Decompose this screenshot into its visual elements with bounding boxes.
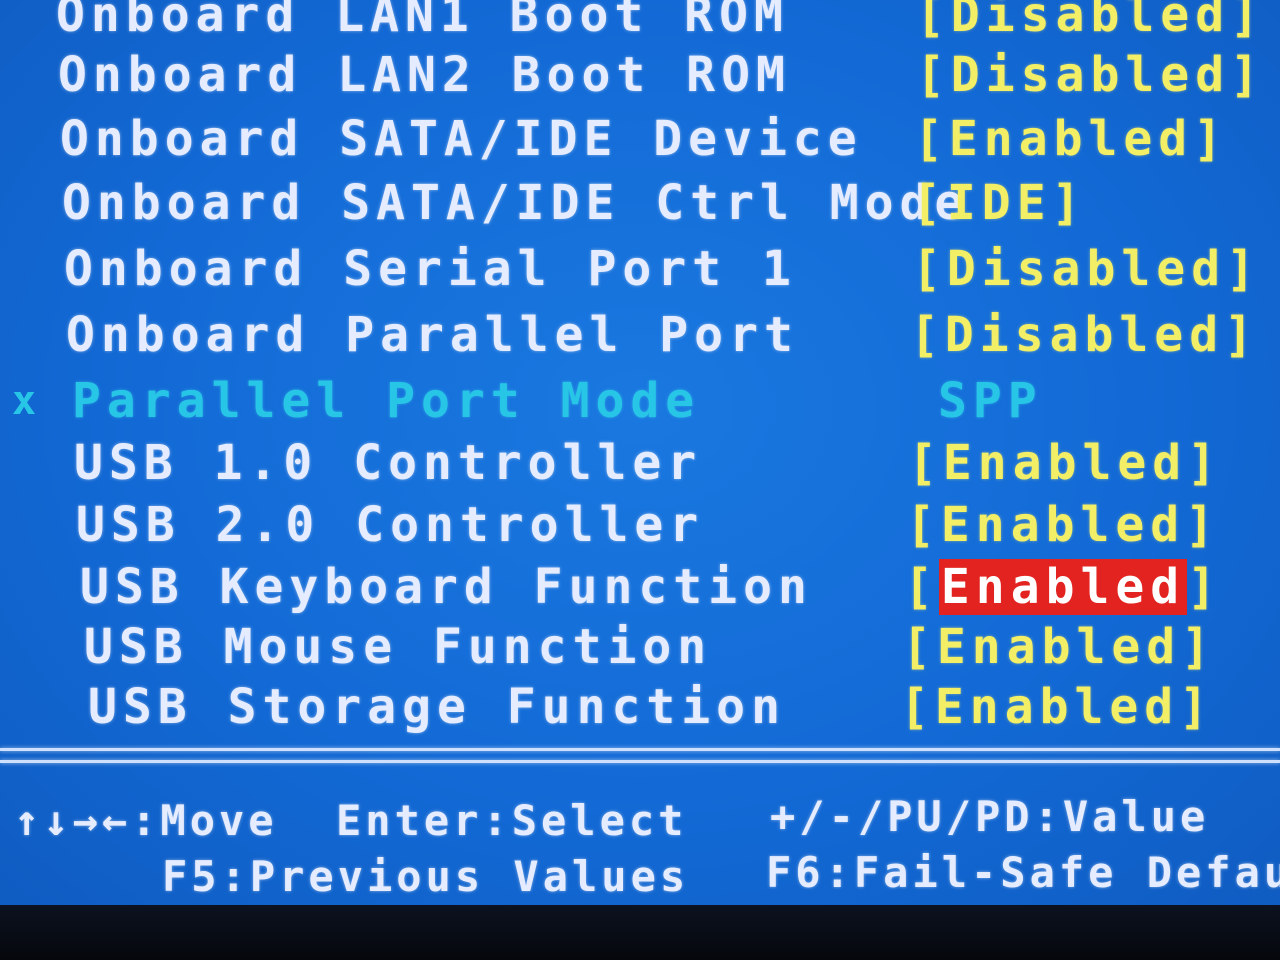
setting-value[interactable]: [Enabled] bbox=[900, 676, 1214, 738]
setting-label: USB 1.0 Controller bbox=[74, 435, 703, 491]
setting-label: Onboard SATA/IDE Ctrl Mode bbox=[62, 175, 970, 231]
setting-label: Onboard LAN2 Boot ROM bbox=[58, 47, 791, 103]
setting-value-selected[interactable]: [Enabled] bbox=[904, 556, 1222, 618]
setting-value: SPP bbox=[938, 373, 1043, 429]
setting-value[interactable]: [Disabled] bbox=[916, 44, 1265, 106]
setting-row-parallel-port[interactable]: Onboard Parallel Port [Disabled] bbox=[0, 304, 1280, 366]
setting-value[interactable]: [Disabled] bbox=[910, 304, 1259, 366]
setting-value[interactable]: [Enabled] bbox=[906, 494, 1220, 556]
help-failsafe-defaults: F6:Fail-Safe Defau bbox=[766, 848, 1280, 897]
setting-value[interactable]: [Enabled] bbox=[914, 108, 1228, 170]
setting-row-parallel-port-mode: x Parallel Port Mode SPP bbox=[0, 370, 1280, 432]
divider-bottom bbox=[0, 760, 1280, 763]
setting-label: Onboard Serial Port 1 bbox=[64, 241, 797, 297]
setting-value[interactable]: [Enabled] bbox=[908, 432, 1222, 494]
setting-row-serial-port-1[interactable]: Onboard Serial Port 1 [Disabled] bbox=[0, 238, 1280, 300]
setting-row-sata-ide-ctrl-mode[interactable]: Onboard SATA/IDE Ctrl Mode [IDE] bbox=[0, 172, 1280, 234]
setting-row-lan1-boot-rom[interactable]: Onboard LAN1 Boot ROM [Disabled] bbox=[0, 0, 1280, 46]
setting-value[interactable]: [IDE] bbox=[912, 172, 1087, 234]
setting-row-usb-keyboard-function[interactable]: USB Keyboard Function [Enabled] bbox=[0, 556, 1280, 618]
help-select: Enter:Select bbox=[336, 796, 688, 845]
setting-label: Onboard Parallel Port bbox=[66, 307, 799, 363]
selected-value-highlight[interactable]: Enabled bbox=[938, 559, 1188, 615]
help-value: +/-/PU/PD:Value bbox=[770, 792, 1210, 841]
setting-label: Parallel Port Mode bbox=[72, 373, 701, 429]
setting-row-usb-2-controller[interactable]: USB 2.0 Controller [Enabled] bbox=[0, 494, 1280, 556]
setting-row-sata-ide-device[interactable]: Onboard SATA/IDE Device [Enabled] bbox=[0, 108, 1280, 170]
setting-value[interactable]: [Disabled] bbox=[912, 238, 1261, 300]
setting-label: USB Mouse Function bbox=[84, 619, 713, 675]
setting-row-usb-storage-function[interactable]: USB Storage Function [Enabled] bbox=[0, 676, 1280, 738]
bracket-close: ] bbox=[1187, 559, 1223, 615]
setting-row-usb-mouse-function[interactable]: USB Mouse Function [Enabled] bbox=[0, 616, 1280, 678]
setting-label: USB 2.0 Controller bbox=[76, 497, 705, 553]
setting-row-lan2-boot-rom[interactable]: Onboard LAN2 Boot ROM [Disabled] bbox=[0, 44, 1280, 106]
setting-label: USB Keyboard Function bbox=[80, 559, 813, 615]
setting-label: Onboard SATA/IDE Device bbox=[60, 111, 863, 167]
bios-screen: Onboard LAN1 Boot ROM [Disabled] Onboard… bbox=[0, 0, 1280, 905]
setting-label: USB Storage Function bbox=[88, 679, 786, 735]
setting-row-usb-1-controller[interactable]: USB 1.0 Controller [Enabled] bbox=[0, 432, 1280, 494]
unavailable-marker: x bbox=[12, 378, 37, 424]
help-move: ↑↓→←:Move bbox=[14, 796, 278, 845]
monitor-bezel bbox=[0, 905, 1280, 960]
bracket-open: [ bbox=[904, 559, 939, 615]
setting-value[interactable]: [Enabled] bbox=[902, 616, 1216, 678]
help-previous-values: F5:Previous Values bbox=[162, 852, 690, 901]
setting-label: Onboard LAN1 Boot ROM bbox=[56, 0, 789, 43]
setting-value[interactable]: [Disabled] bbox=[916, 0, 1265, 46]
divider-top bbox=[0, 748, 1280, 751]
